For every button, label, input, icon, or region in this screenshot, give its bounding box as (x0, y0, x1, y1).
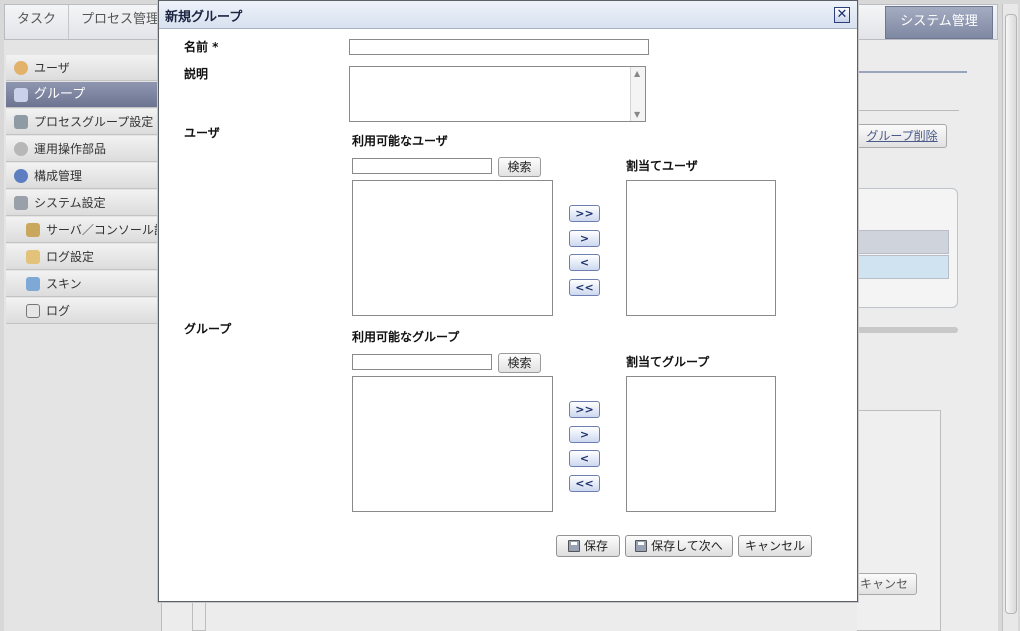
page-scrollbar[interactable] (1002, 4, 1018, 631)
remove-all-groups-button[interactable]: << (569, 475, 600, 492)
tab-system-management[interactable]: システム管理 (885, 6, 993, 39)
group-delete-button[interactable]: グループ削除 (857, 124, 947, 148)
new-group-dialog: 新規グループ ✕ 名前 * 説明 ▲ ▼ ユーザ 利用可能なユーザ 検索 >> … (158, 0, 858, 602)
sidebar-item-groups[interactable]: グループ (6, 82, 166, 108)
sidebar-item-log-settings[interactable]: ログ設定 (6, 244, 166, 270)
sidebar-item-process-group-settings[interactable]: プロセスグループ設定 (6, 109, 166, 135)
save-next-icon (635, 540, 648, 552)
sidebar-item-label: スキン (46, 277, 82, 291)
sidebar-item-log[interactable]: ログ (6, 298, 166, 324)
user-search-button[interactable]: 検索 (498, 157, 541, 177)
add-user-button[interactable]: > (569, 230, 600, 247)
tab-process-management[interactable]: プロセス管理 (69, 5, 173, 39)
sidebar-item-label: ログ (46, 304, 71, 318)
user-search-input[interactable] (352, 158, 492, 174)
detail-frame (192, 600, 206, 631)
table-row[interactable] (857, 255, 949, 279)
config-icon (14, 169, 28, 183)
scrollbar-thumb[interactable] (1005, 14, 1017, 614)
user-icon (14, 61, 28, 75)
sidebar-item-label: 運用操作部品 (34, 142, 107, 156)
log-settings-icon (26, 250, 40, 264)
name-label: 名前 * (184, 40, 219, 54)
sidebar-item-server-console[interactable]: サーバ／コンソール設定 (6, 217, 166, 243)
description-label: 説明 (184, 67, 209, 81)
add-group-button[interactable]: > (569, 426, 600, 443)
remove-all-users-button[interactable]: << (569, 279, 600, 296)
scroll-up-icon[interactable]: ▲ (634, 69, 640, 78)
groups-label: グループ (184, 322, 232, 336)
description-field[interactable]: ▲ ▼ (349, 66, 646, 122)
sidebar-item-label: 構成管理 (34, 169, 83, 183)
assigned-groups-list[interactable] (626, 376, 776, 512)
sidebar-item-label: ログ設定 (46, 250, 95, 264)
cancel-button[interactable]: キャンセル (738, 535, 812, 557)
save-button-label: 保存 (583, 539, 608, 553)
close-icon[interactable]: ✕ (834, 7, 850, 23)
sidebar-item-configuration[interactable]: 構成管理 (6, 163, 166, 189)
tab-task[interactable]: タスク (5, 5, 70, 39)
remove-user-button[interactable]: < (569, 254, 600, 271)
log-icon (26, 304, 40, 318)
save-icon (567, 540, 580, 552)
table-header (857, 230, 949, 254)
available-users-title: 利用可能なユーザ (352, 134, 448, 148)
assigned-users-list[interactable] (626, 180, 776, 316)
sidebar-item-label: ユーザ (34, 61, 70, 75)
divider (857, 71, 967, 73)
tools-icon (14, 115, 28, 129)
group-search-input[interactable] (352, 354, 492, 370)
save-and-next-button[interactable]: 保存して次へ (625, 535, 733, 557)
skin-icon (26, 277, 40, 291)
server-icon (26, 223, 40, 237)
gear-icon (14, 142, 28, 156)
available-groups-list[interactable] (352, 376, 553, 512)
sidebar-item-operation-parts[interactable]: 運用操作部品 (6, 136, 166, 162)
assigned-users-title: 割当てユーザ (626, 159, 698, 173)
available-users-list[interactable] (352, 180, 553, 316)
available-groups-title: 利用可能なグループ (352, 330, 460, 344)
sidebar-item-skin[interactable]: スキン (6, 271, 166, 297)
detail-panel (857, 410, 941, 631)
dialog-titlebar[interactable]: 新規グループ ✕ (159, 1, 857, 29)
save-next-button-label: 保存して次へ (651, 539, 723, 553)
horizontal-scrollbar[interactable] (857, 327, 958, 333)
sidebar-item-users[interactable]: ユーザ (6, 55, 166, 81)
scroll-down-icon[interactable]: ▼ (634, 110, 640, 119)
group-icon (14, 88, 28, 102)
remove-group-button[interactable]: < (569, 450, 600, 467)
users-label: ユーザ (184, 126, 220, 140)
name-field[interactable] (349, 39, 649, 55)
divider (857, 110, 959, 111)
add-all-users-button[interactable]: >> (569, 205, 600, 222)
settings-icon (14, 196, 28, 210)
sidebar-item-label: サーバ／コンソール設定 (46, 223, 166, 237)
assigned-groups-title: 割当てグループ (626, 355, 710, 369)
sidebar-item-label: グループ (34, 87, 86, 102)
dialog-title: 新規グループ (165, 10, 243, 25)
sidebar-item-system-settings[interactable]: システム設定 (6, 190, 166, 216)
group-search-button[interactable]: 検索 (498, 353, 541, 373)
save-button[interactable]: 保存 (556, 535, 620, 557)
add-all-groups-button[interactable]: >> (569, 401, 600, 418)
background-cancel-button[interactable]: キャンセル (857, 573, 917, 595)
sidebar-item-label: システム設定 (34, 196, 106, 210)
description-scrollbar[interactable]: ▲ ▼ (630, 67, 645, 121)
sidebar-item-label: プロセスグループ設定 (34, 115, 154, 129)
